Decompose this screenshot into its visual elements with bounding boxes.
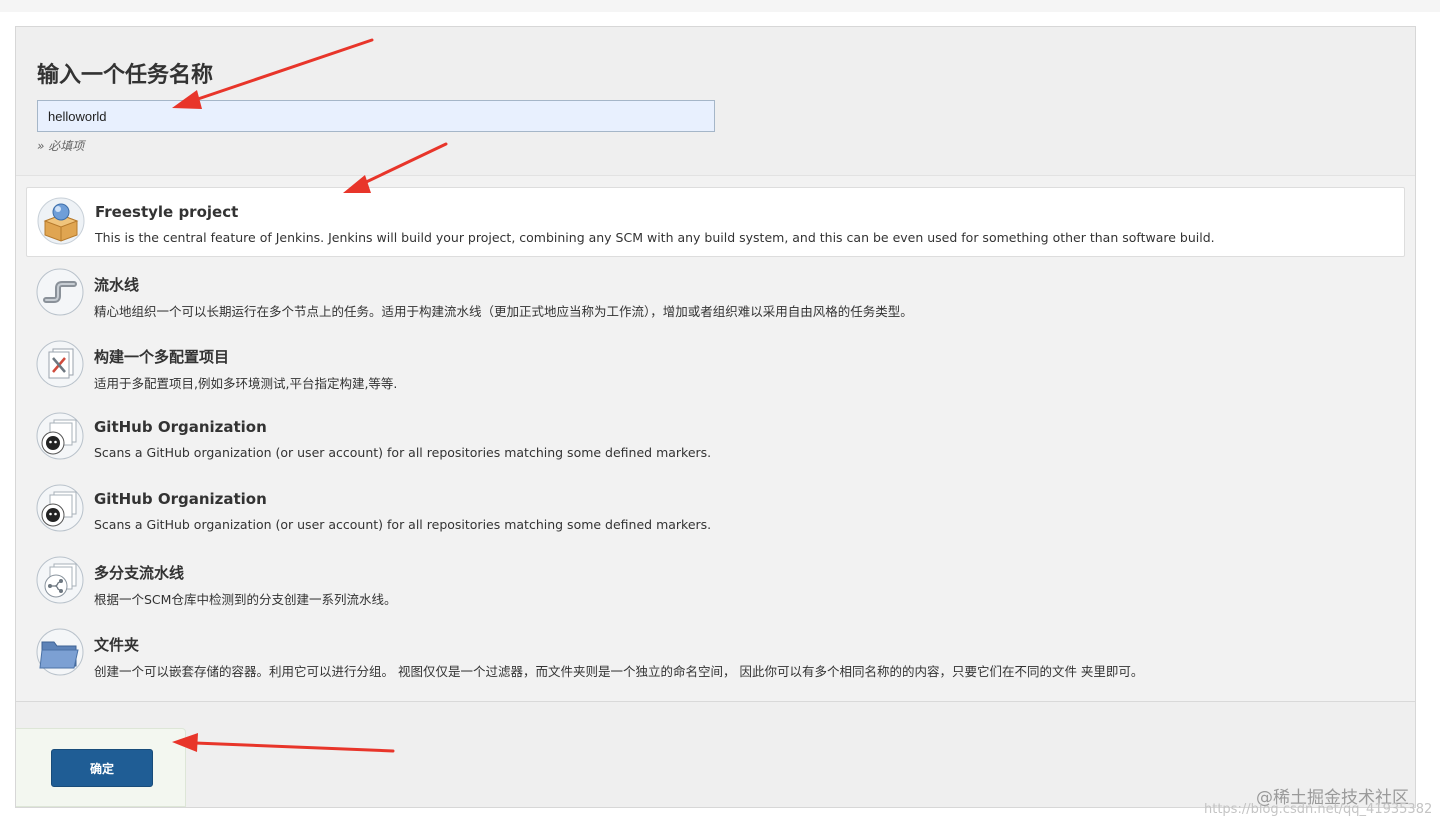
freestyle-box-icon: [37, 197, 85, 245]
item-type-pipeline[interactable]: 流水线 精心地组织一个可以长期运行在多个节点上的任务。适用于构建流水线（更加正式…: [26, 259, 1405, 331]
item-type-description: 精心地组织一个可以长期运行在多个节点上的任务。适用于构建流水线（更加正式地应当称…: [94, 304, 913, 319]
new-item-panel: 输入一个任务名称 » 必填项 Freestyle project This is…: [15, 26, 1416, 808]
item-type-title: 文件夹: [94, 636, 140, 654]
item-type-multi-configuration[interactable]: 构建一个多配置项目 适用于多配置项目,例如多环境测试,平台指定构建,等等.: [26, 331, 1405, 403]
github-organization-icon: [36, 484, 84, 532]
item-type-freestyle-project[interactable]: Freestyle project This is the central fe…: [26, 187, 1405, 257]
item-type-description: 创建一个可以嵌套存储的容器。利用它可以进行分组。 视图仅仅是一个过滤器，而文件夹…: [94, 664, 1144, 679]
item-name-header: 输入一个任务名称 » 必填项: [16, 27, 1415, 176]
item-type-description: 适用于多配置项目,例如多环境测试,平台指定构建,等等.: [94, 376, 398, 391]
pipeline-icon: [36, 268, 84, 316]
item-type-github-organization[interactable]: GitHub Organization Scans a GitHub organ…: [26, 403, 1405, 475]
folder-icon: [36, 628, 84, 676]
jenkins-new-item-page: 输入一个任务名称 » 必填项 Freestyle project This is…: [0, 0, 1440, 828]
item-type-github-organization[interactable]: GitHub Organization Scans a GitHub organ…: [26, 475, 1405, 547]
item-type-title: Freestyle project: [95, 203, 239, 221]
multi-config-icon: [36, 340, 84, 388]
github-organization-icon: [36, 412, 84, 460]
item-type-description: 根据一个SCM仓库中检测到的分支创建一系列流水线。: [94, 592, 397, 607]
item-type-title: 多分支流水线: [94, 564, 185, 582]
required-field-note: » 必填项: [37, 139, 85, 153]
item-type-description: Scans a GitHub organization (or user acc…: [94, 517, 712, 532]
item-type-title: GitHub Organization: [94, 418, 267, 436]
item-type-title: GitHub Organization: [94, 490, 267, 508]
multibranch-icon: [36, 556, 84, 604]
item-type-description: This is the central feature of Jenkins. …: [95, 230, 1215, 245]
item-type-title: 构建一个多配置项目: [94, 348, 230, 366]
item-type-title: 流水线: [94, 276, 140, 294]
form-footer: 确定: [16, 702, 1415, 807]
item-type-list: Freestyle project This is the central fe…: [26, 187, 1405, 691]
item-type-multibranch-pipeline[interactable]: 多分支流水线 根据一个SCM仓库中检测到的分支创建一系列流水线。: [26, 547, 1405, 619]
top-strip: [0, 0, 1440, 12]
item-type-description: Scans a GitHub organization (or user acc…: [94, 445, 712, 460]
item-name-input[interactable]: [37, 100, 715, 132]
watermark-url: https://blog.csdn.net/qq_41935382: [1204, 802, 1433, 817]
ok-button-area: 确定: [16, 728, 186, 807]
page-title: 输入一个任务名称: [37, 63, 214, 88]
item-type-folder[interactable]: 文件夹 创建一个可以嵌套存储的容器。利用它可以进行分组。 视图仅仅是一个过滤器，…: [26, 619, 1405, 691]
ok-button[interactable]: 确定: [51, 749, 153, 787]
